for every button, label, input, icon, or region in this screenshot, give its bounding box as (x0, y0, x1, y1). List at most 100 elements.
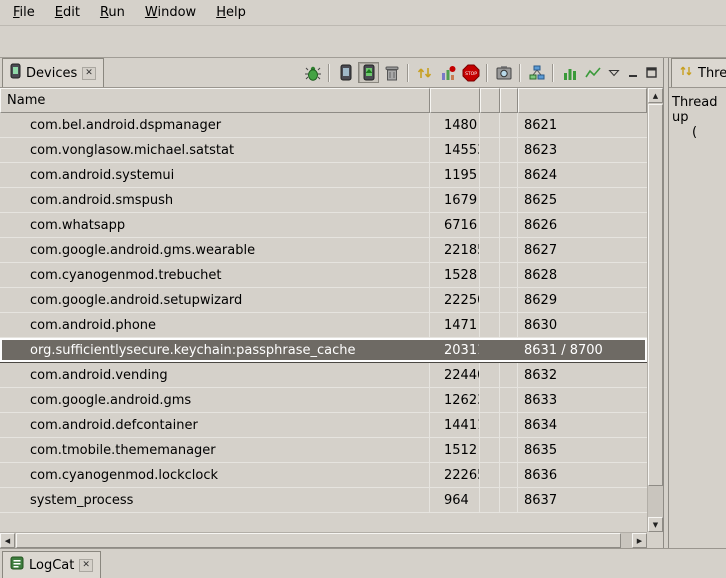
system-info-table-icon[interactable] (559, 62, 580, 83)
maximize-icon[interactable] (643, 64, 660, 81)
empty-cell (500, 413, 518, 437)
close-icon[interactable]: ✕ (79, 559, 93, 572)
process-name-cell: com.cyanogenmod.trebuchet (0, 263, 430, 287)
stop-process-icon[interactable]: STOP (460, 62, 481, 83)
pid-cell: 1679 (430, 188, 480, 212)
table-row[interactable]: com.android.systemui 1195 8624 (0, 163, 647, 188)
dump-hprof-icon[interactable] (358, 62, 379, 83)
empty-cell (480, 188, 500, 212)
table-row[interactable]: com.cyanogenmod.trebuchet 1528 8628 (0, 263, 647, 288)
column-header-pid[interactable] (430, 88, 480, 113)
column-header-3[interactable] (480, 88, 500, 113)
port-cell: 8629 (518, 288, 647, 312)
empty-cell (480, 213, 500, 237)
menu-run[interactable]: Run (91, 2, 134, 23)
horizontal-scroll-thumb[interactable] (16, 533, 621, 548)
scroll-up-icon[interactable]: ▲ (648, 88, 663, 103)
port-cell: 8624 (518, 163, 647, 187)
process-name-cell: com.google.android.gms (0, 388, 430, 412)
logcat-icon (10, 556, 24, 574)
table-row[interactable]: com.whatsapp 6716 8626 (0, 213, 647, 238)
menu-file[interactable]: File (4, 2, 44, 23)
empty-cell (500, 213, 518, 237)
devices-panel: Devices ✕ (0, 58, 664, 548)
table-row[interactable]: com.bel.android.dspmanager 1480 8621 (0, 113, 647, 138)
port-cell: 8637 (518, 488, 647, 512)
tab-devices-label: Devices (26, 66, 77, 81)
menu-window[interactable]: Window (136, 2, 205, 23)
port-cell: 8626 (518, 213, 647, 237)
horizontal-scrollbar[interactable]: ◀ ▶ (0, 532, 647, 548)
port-cell: 8636 (518, 463, 647, 487)
table-row[interactable]: com.android.defcontainer 14411 8634 (0, 413, 647, 438)
table-row[interactable]: org.sufficientlysecure.keychain:passphra… (0, 338, 647, 363)
vertical-scroll-thumb[interactable] (648, 104, 663, 486)
devices-table-body: com.bel.android.dspmanager 1480 8621 com… (0, 113, 647, 513)
process-name-cell: com.google.android.setupwizard (0, 288, 430, 312)
scroll-right-icon[interactable]: ▶ (632, 533, 647, 548)
menu-help[interactable]: Help (207, 2, 255, 23)
empty-cell (480, 313, 500, 337)
toolbar-separator (519, 64, 521, 82)
empty-cell (480, 113, 500, 137)
column-header-4[interactable] (500, 88, 518, 113)
menu-edit[interactable]: Edit (46, 2, 89, 23)
port-cell: 8635 (518, 438, 647, 462)
tab-logcat[interactable]: LogCat ✕ (2, 551, 101, 578)
table-row[interactable]: com.android.smspush 1679 8625 (0, 188, 647, 213)
pid-cell: 1480 (430, 113, 480, 137)
dump-view-hierarchy-icon[interactable] (526, 62, 547, 83)
process-name-cell: com.vonglasow.michael.satstat (0, 138, 430, 162)
vertical-scrollbar[interactable]: ▲ ▼ (647, 88, 663, 532)
process-name-cell: com.android.smspush (0, 188, 430, 212)
tab-devices[interactable]: Devices ✕ (2, 58, 104, 87)
table-row[interactable]: system_process 964 8637 (0, 488, 647, 513)
table-row[interactable]: com.google.android.gms.wearable 22185 86… (0, 238, 647, 263)
pid-cell: 22265 (430, 463, 480, 487)
update-heap-icon[interactable] (335, 62, 356, 83)
scrollbar-corner (647, 532, 663, 548)
table-row[interactable]: com.android.vending 22440 8632 (0, 363, 647, 388)
system-info-chart-icon[interactable] (582, 62, 603, 83)
toolbar-separator (407, 64, 409, 82)
port-cell: 8621 (518, 113, 647, 137)
update-threads-icon[interactable] (414, 62, 435, 83)
empty-cell (500, 438, 518, 462)
port-cell: 8634 (518, 413, 647, 437)
toolbar-separator (328, 64, 330, 82)
port-cell: 8633 (518, 388, 647, 412)
process-name-cell: com.android.defcontainer (0, 413, 430, 437)
table-row[interactable]: com.google.android.setupwizard 22250 862… (0, 288, 647, 313)
port-cell: 8625 (518, 188, 647, 212)
tab-threads[interactable]: Threads (671, 58, 726, 87)
cause-gc-icon[interactable] (381, 62, 402, 83)
threads-message: Thread up ( (669, 88, 726, 147)
pid-cell: 14553 (430, 138, 480, 162)
empty-cell (480, 413, 500, 437)
minimize-icon[interactable] (624, 64, 641, 81)
column-header-name[interactable]: Name (0, 88, 430, 113)
scroll-left-icon[interactable]: ◀ (0, 533, 15, 548)
process-name-cell: com.android.phone (0, 313, 430, 337)
threads-message-line2: ( (672, 125, 723, 140)
column-header-port[interactable] (518, 88, 647, 113)
view-menu-icon[interactable] (605, 64, 622, 81)
pid-cell: 20311 (430, 338, 480, 362)
table-row[interactable]: com.cyanogenmod.lockclock 22265 8636 (0, 463, 647, 488)
table-row[interactable]: com.vonglasow.michael.satstat 14553 8623 (0, 138, 647, 163)
method-profiling-icon[interactable] (437, 62, 458, 83)
close-icon[interactable]: ✕ (82, 67, 96, 80)
debug-process-icon[interactable] (302, 62, 323, 83)
empty-cell (480, 363, 500, 387)
scroll-down-icon[interactable]: ▼ (648, 517, 663, 532)
screen-capture-icon[interactable] (493, 62, 514, 83)
process-name-cell: com.google.android.gms.wearable (0, 238, 430, 262)
table-row[interactable]: com.google.android.gms 12623 8633 (0, 388, 647, 413)
devices-table-header: Name (0, 88, 647, 113)
table-row[interactable]: com.tmobile.thememanager 1512 8635 (0, 438, 647, 463)
process-name-cell: com.tmobile.thememanager (0, 438, 430, 462)
table-row[interactable]: com.android.phone 1471 8630 (0, 313, 647, 338)
empty-cell (480, 263, 500, 287)
port-cell: 8631 / 8700 (518, 338, 647, 362)
empty-cell (500, 163, 518, 187)
